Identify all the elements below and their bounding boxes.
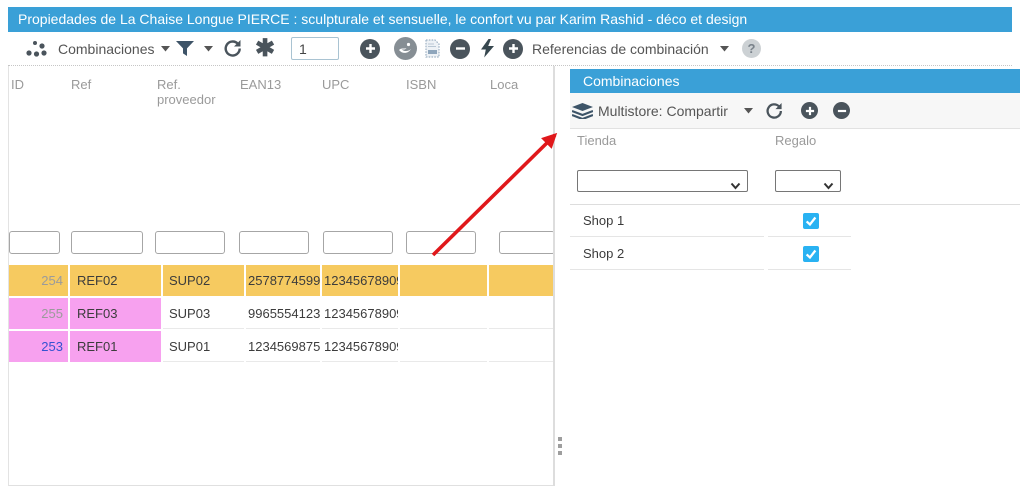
cell-location — [489, 298, 554, 329]
store-column-label: Tienda — [577, 133, 616, 148]
cell-supplier-ref: SUP03 — [163, 298, 244, 329]
cell-ean13: 25787745998 — [246, 265, 320, 296]
filter-input-isbn[interactable] — [406, 231, 476, 254]
panel-add-icon[interactable] — [801, 93, 818, 128]
multistore-mode-label[interactable]: Multistore: Compartir — [598, 93, 728, 128]
combinations-menu-label[interactable]: Combinaciones — [58, 32, 155, 65]
resize-grip[interactable] — [558, 437, 563, 455]
filter-input-supplier-ref[interactable] — [155, 231, 225, 254]
gift-checkbox[interactable] — [803, 213, 819, 229]
panel-toolbar: Multistore: Compartir — [570, 93, 1020, 129]
cell-supplier-ref: SUP01 — [163, 331, 244, 362]
filter-input-ref[interactable] — [71, 231, 143, 254]
help-icon[interactable]: ? — [742, 32, 761, 65]
filter-input-location[interactable] — [499, 231, 554, 254]
main-toolbar: Combinaciones ✱ — [8, 32, 1012, 66]
column-header-location[interactable]: Loca — [490, 77, 518, 92]
combinations-caret-icon[interactable] — [161, 32, 170, 65]
store-filter-select[interactable] — [577, 170, 748, 192]
filter-input-id[interactable] — [9, 231, 60, 254]
column-header-ean13[interactable]: EAN13 — [240, 77, 281, 92]
prestashop-logo-icon[interactable] — [393, 32, 418, 65]
cell-ean13: 99655541236 — [246, 298, 320, 329]
cell-id-link[interactable]: 253 — [9, 331, 68, 362]
cell-ref: REF02 — [70, 265, 161, 296]
add-combination-icon[interactable] — [360, 32, 380, 65]
cell-ref: REF01 — [70, 331, 161, 362]
filter-input-ean13[interactable] — [239, 231, 309, 254]
panel-splitter — [553, 66, 555, 486]
gift-checkbox[interactable] — [803, 246, 819, 262]
cell-upc: 12345678909 — [322, 265, 398, 296]
cell-id: 254 — [9, 265, 68, 296]
combinations-icon[interactable] — [26, 32, 50, 65]
column-header-isbn[interactable]: ISBN — [406, 77, 436, 92]
cell-ref: REF03 — [70, 298, 161, 329]
combinations-panel: Combinaciones Multistore: Compartir — [570, 69, 1020, 279]
table-row[interactable]: 255 REF03 SUP03 99655541236 12345678909 — [9, 298, 554, 329]
expand-attributes-icon[interactable]: ✱ — [255, 32, 275, 65]
window-titlebar: Propiedades de La Chaise Longue PIERCE :… — [8, 7, 1012, 32]
gift-column-label: Regalo — [775, 133, 816, 148]
cell-isbn — [400, 331, 487, 362]
cell-ean13: 12345698754 — [246, 331, 320, 362]
cell-isbn — [400, 265, 487, 296]
filter-icon[interactable] — [176, 32, 194, 65]
shop-name: Shop 2 — [570, 238, 764, 270]
shop-row: Shop 1 — [570, 205, 851, 237]
multistore-layers-icon[interactable] — [572, 93, 593, 128]
cell-location — [489, 331, 554, 362]
panel-refresh-icon[interactable] — [765, 93, 784, 128]
panel-remove-icon[interactable] — [833, 93, 850, 128]
shop-row: Shop 2 — [570, 238, 851, 270]
combinations-table: ID Ref Ref. proveedor EAN13 UPC ISBN Loc… — [8, 66, 554, 486]
screen: Propiedades de La Chaise Longue PIERCE :… — [0, 0, 1020, 489]
cell-id: 255 — [9, 298, 68, 329]
cell-supplier-ref: SUP02 — [163, 265, 244, 296]
table-row[interactable]: 254 REF02 SUP02 25787745998 12345678909 — [9, 265, 554, 296]
filter-input-upc[interactable] — [323, 231, 393, 254]
cell-upc: 12345678909 — [322, 331, 398, 362]
column-header-upc[interactable]: UPC — [322, 77, 349, 92]
refresh-icon[interactable] — [223, 32, 243, 65]
references-caret-icon[interactable] — [720, 32, 729, 65]
column-header-id[interactable]: ID — [11, 77, 24, 92]
cell-isbn — [400, 298, 487, 329]
cell-upc: 12345678909 — [322, 298, 398, 329]
column-header-ref[interactable]: Ref — [71, 77, 91, 92]
add-reference-icon[interactable] — [503, 32, 523, 65]
table-row[interactable]: 253 REF01 SUP01 12345698754 12345678909 — [9, 331, 554, 362]
cell-location — [489, 265, 554, 296]
combination-count-input[interactable] — [291, 37, 339, 60]
window-title: Propiedades de La Chaise Longue PIERCE :… — [18, 11, 747, 27]
multistore-caret-icon[interactable] — [744, 93, 753, 128]
document-icon[interactable] — [425, 32, 440, 65]
references-menu-label[interactable]: Referencias de combinación — [532, 32, 709, 65]
generate-icon[interactable] — [481, 32, 494, 65]
panel-title: Combinaciones — [570, 69, 1020, 93]
remove-combination-icon[interactable] — [450, 32, 470, 65]
gift-filter-select[interactable] — [775, 170, 841, 192]
column-header-supplier-ref[interactable]: Ref. proveedor — [157, 77, 229, 107]
filter-caret-icon[interactable] — [204, 32, 213, 65]
shop-name: Shop 1 — [570, 205, 764, 237]
